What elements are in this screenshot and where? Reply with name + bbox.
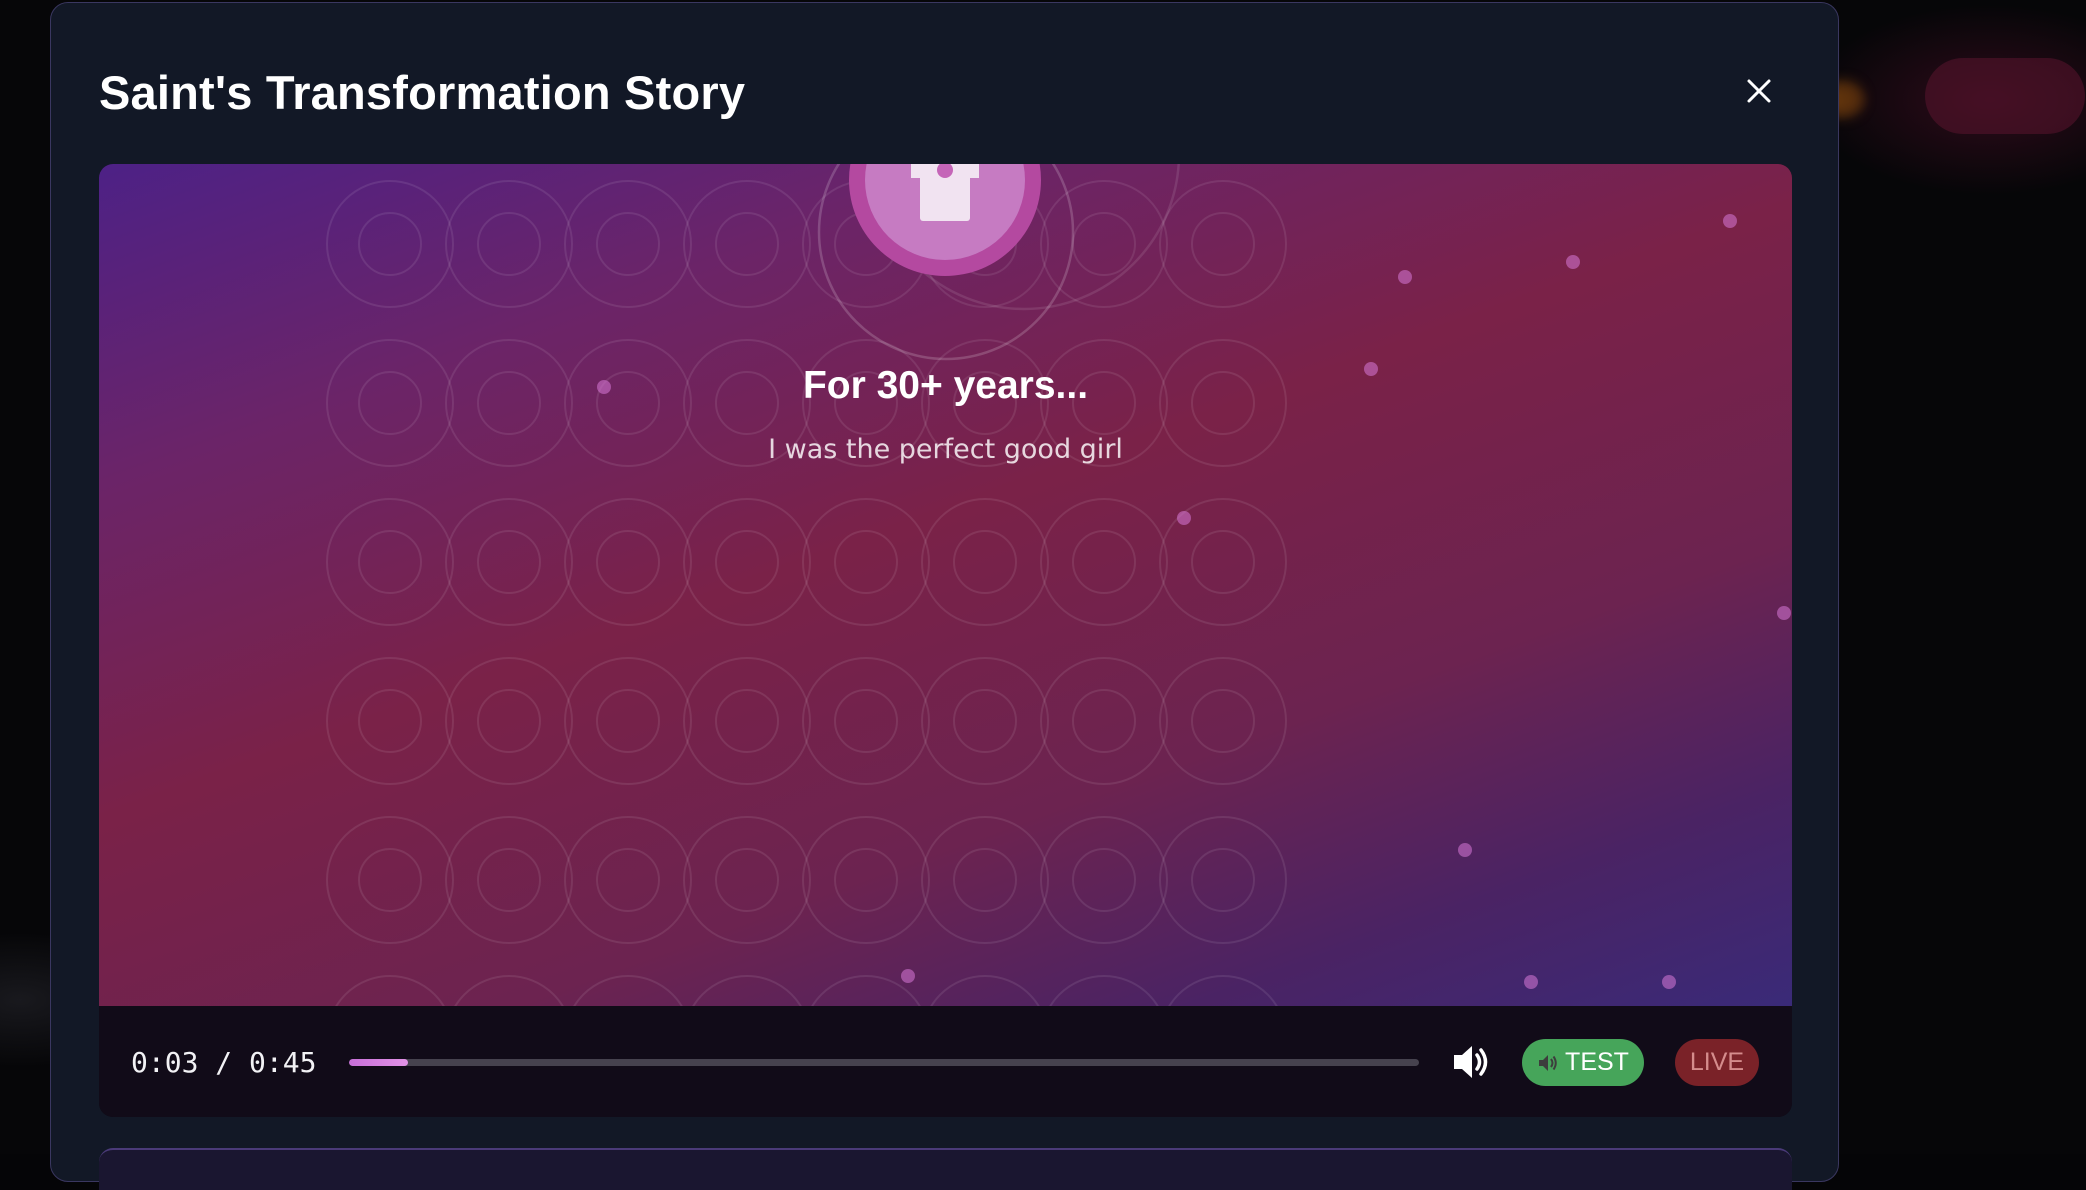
speaker-icon [1537,1052,1559,1074]
live-button-label: LIVE [1690,1048,1744,1077]
progress-bar[interactable] [349,1059,1419,1066]
video-player: For 30+ years... I was the perfect good … [99,164,1792,1117]
modal-title: Saint's Transformation Story [99,65,745,120]
close-icon [1746,78,1772,104]
background-button [1925,58,2085,134]
time-display: 0:03 / 0:45 [131,1046,316,1079]
volume-button[interactable] [1449,1040,1493,1084]
test-button[interactable]: TEST [1522,1039,1644,1086]
live-button[interactable]: LIVE [1675,1039,1759,1086]
circle-pattern [99,164,1792,1006]
test-button-label: TEST [1565,1048,1629,1077]
story-modal: Saint's Transformation Story [50,2,1839,1182]
player-controls: 0:03 / 0:45 TEST LIV [99,1006,1792,1117]
slide-subtitle: I was the perfect good girl [99,434,1792,465]
shirt-icon [911,164,979,221]
video-stage[interactable]: For 30+ years... I was the perfect good … [99,164,1792,1006]
next-section-card [99,1148,1792,1190]
close-button[interactable] [1731,63,1787,119]
progress-fill [349,1059,408,1066]
volume-icon [1449,1040,1493,1084]
slide-title: For 30+ years... [99,364,1792,408]
